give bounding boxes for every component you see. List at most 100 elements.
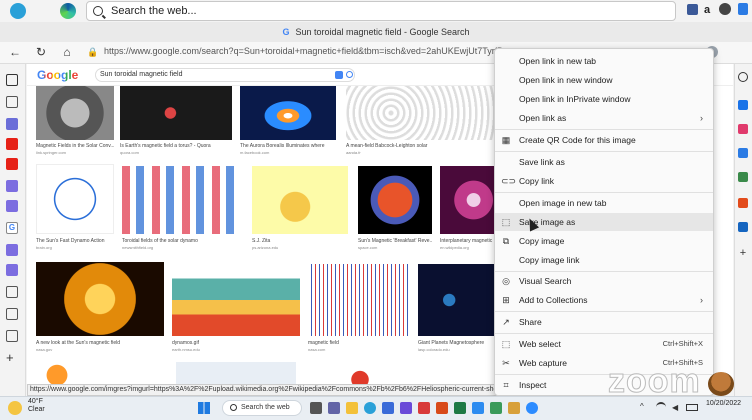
menu-create-qr-code[interactable]: ▦ Create QR Code for this image [495, 131, 713, 149]
refresh-icon[interactable]: ↻ [34, 45, 48, 59]
grammarly-icon[interactable] [719, 3, 731, 15]
menu-copy-image-link[interactable]: Copy image link [495, 251, 713, 269]
amazon-icon[interactable]: a [704, 4, 710, 16]
add-sidebar-icon[interactable]: + [738, 248, 748, 259]
result-caption-4[interactable]: A mean-field Babcock-Leighton solar [346, 143, 496, 149]
camera-search-icon[interactable] [335, 71, 343, 79]
menu-visual-search[interactable]: ◎ Visual Search [495, 272, 713, 290]
address-bar[interactable]: https://www.google.com/search?q=Sun+toro… [104, 46, 504, 60]
result-image-12[interactable] [308, 264, 410, 336]
result-image-9[interactable] [440, 166, 496, 234]
bing-icon[interactable] [738, 100, 748, 110]
result-image-1[interactable] [36, 86, 114, 140]
menu-add-to-collections[interactable]: ⊞ Add to Collections › [495, 291, 713, 309]
office-icon[interactable] [738, 198, 748, 208]
app-icon-12[interactable] [508, 402, 520, 414]
facebook-icon[interactable] [687, 4, 698, 15]
result-caption-9[interactable]: Interplanetary magnetic [440, 238, 496, 244]
menu-copy-image[interactable]: ⧉ Copy image [495, 232, 713, 250]
result-image-10[interactable] [36, 262, 164, 336]
back-edge-icon[interactable] [60, 3, 76, 19]
tab-icon-2[interactable] [6, 96, 18, 108]
menu-open-link-as[interactable]: Open link as › [495, 109, 713, 127]
app-icon-6[interactable] [400, 402, 412, 414]
task-view-icon[interactable] [310, 402, 322, 414]
google-search-icon[interactable] [346, 71, 353, 78]
result-image-7[interactable] [252, 166, 348, 234]
tools-icon[interactable] [738, 148, 748, 158]
result-image-11[interactable] [172, 264, 300, 336]
home-icon[interactable]: ⌂ [60, 45, 74, 59]
youtube-icon-2[interactable] [6, 158, 18, 170]
result-image-5[interactable] [36, 164, 114, 234]
result-image-16[interactable] [310, 362, 410, 384]
tab-icon-10[interactable] [6, 264, 18, 276]
games-icon[interactable] [738, 172, 748, 182]
result-image-3[interactable] [240, 86, 336, 140]
result-image-6[interactable] [122, 166, 242, 234]
tray-chevron-icon[interactable]: ^ [640, 402, 644, 411]
app-icon-11[interactable] [490, 402, 502, 414]
taskbar-date[interactable]: 10/20/2022 [706, 400, 741, 407]
tab-icon-9[interactable] [6, 244, 18, 256]
menu-open-link-new-tab[interactable]: Open link in new tab [495, 52, 713, 70]
result-caption-11[interactable]: dynamos.gif [172, 340, 300, 346]
result-image-13[interactable] [418, 264, 496, 336]
menu-open-image-new-tab[interactable]: Open image in new tab [495, 194, 713, 212]
teams-icon[interactable] [328, 402, 340, 414]
tab-icon-12[interactable] [6, 308, 18, 320]
zoom-taskbar-icon[interactable] [526, 402, 538, 414]
menu-share[interactable]: ↗ Share [495, 313, 713, 331]
result-image-4[interactable] [346, 86, 496, 140]
result-caption-5[interactable]: The Sun's Fast Dynamo Action [36, 238, 114, 244]
overflow-icon[interactable] [738, 3, 748, 15]
result-caption-6[interactable]: Toroidal fields of the solar dynamo [122, 238, 242, 244]
search-web-input[interactable]: Search the web... [86, 1, 676, 21]
google-logo[interactable]: Google [37, 68, 78, 82]
result-image-14[interactable] [36, 362, 106, 384]
new-tab-icon[interactable]: + [6, 350, 14, 365]
back-icon[interactable]: ← [8, 45, 22, 59]
tab-icon-3[interactable] [6, 118, 18, 130]
tab-icon-1[interactable] [6, 74, 18, 86]
store-icon[interactable] [382, 402, 394, 414]
menu-copy-link[interactable]: ⊂⊃ Copy link [495, 172, 713, 190]
result-caption-13[interactable]: Giant Planets Magnetosphere [418, 340, 496, 346]
edge-taskbar-icon[interactable] [364, 402, 376, 414]
weather-widget[interactable]: 40°F Clear [28, 398, 45, 414]
app-icon-7[interactable] [418, 402, 430, 414]
tab-icon-6[interactable] [6, 180, 18, 192]
result-caption-10[interactable]: A new look at the Sun's magnetic field [36, 340, 164, 346]
explorer-icon[interactable] [346, 402, 358, 414]
wifi-icon[interactable] [656, 402, 666, 412]
windows-start-icon[interactable] [198, 402, 210, 414]
result-caption-7[interactable]: S.J. Zita [252, 238, 348, 244]
shopping-icon[interactable] [738, 124, 748, 134]
volume-icon[interactable]: ◀ [672, 403, 678, 412]
menu-open-link-inprivate[interactable]: Open link in InPrivate window [495, 90, 713, 108]
result-image-8[interactable] [358, 166, 432, 234]
result-image-15[interactable] [176, 362, 296, 384]
menu-open-link-new-window[interactable]: Open link in new window [495, 71, 713, 89]
google-tab-icon[interactable]: G [6, 222, 18, 234]
menu-web-select[interactable]: ⬚ Web select Ctrl+Shift+X [495, 335, 713, 353]
result-caption-1[interactable]: Magnetic Fields in the Solar Conv... [36, 143, 114, 149]
youtube-icon[interactable] [6, 138, 18, 150]
excel-icon[interactable] [454, 402, 466, 414]
outlook-icon[interactable] [738, 222, 748, 232]
result-caption-2[interactable]: Is Earth's magnetic field a torus? - Quo… [120, 143, 232, 149]
weather-icon[interactable] [8, 401, 22, 415]
office-taskbar-icon[interactable] [436, 402, 448, 414]
result-caption-8[interactable]: Sun's Magnetic 'Breakfast' Reve... [358, 238, 432, 244]
result-caption-12[interactable]: magnetic field [308, 340, 410, 346]
menu-save-link-as[interactable]: Save link as [495, 153, 713, 171]
google-search-input[interactable]: Sun toroidal magnetic field [95, 68, 355, 82]
result-caption-3[interactable]: The Aurora Borealis Illuminates where [240, 143, 336, 149]
search-sidebar-icon[interactable] [738, 72, 748, 82]
result-image-2[interactable] [120, 86, 232, 140]
battery-icon[interactable] [686, 404, 698, 411]
tab-icon-13[interactable] [6, 330, 18, 342]
app-icon-10[interactable] [472, 402, 484, 414]
edge-logo-icon[interactable] [10, 3, 26, 19]
tab-icon-7[interactable] [6, 200, 18, 212]
